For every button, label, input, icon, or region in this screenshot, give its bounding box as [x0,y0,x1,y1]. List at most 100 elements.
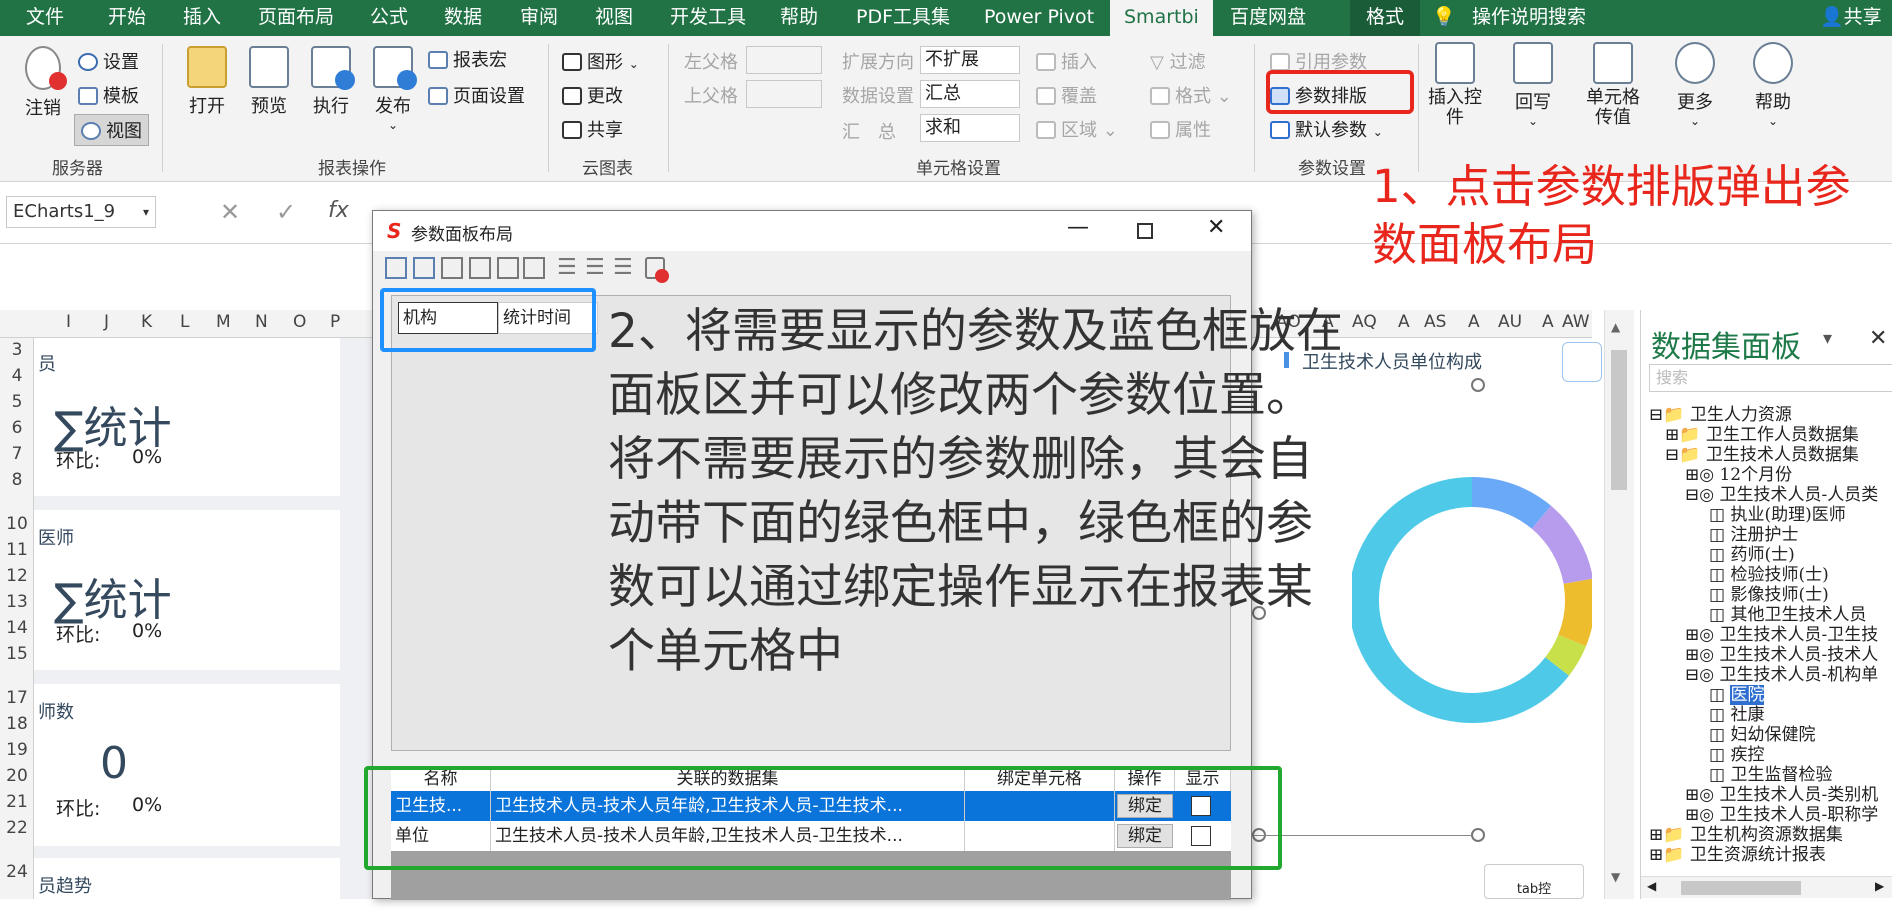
overlay-button[interactable]: 覆盖 [1036,82,1097,108]
cloud-share-button[interactable]: 共享 [562,116,623,142]
chart-button[interactable]: 图形 ⌄ [562,48,639,74]
more-button[interactable]: 更多 ⌄ [1666,42,1724,128]
dataset-search-input[interactable]: 搜索 [1649,364,1892,392]
cell-pass-value-button[interactable]: 单元格传值 [1580,42,1646,128]
align-left-icon[interactable]: ☰ [557,255,577,280]
cancel-icon[interactable]: ✕ [220,198,240,226]
donut-slice[interactable] [1531,505,1592,585]
open-button[interactable]: 打开 [182,46,232,118]
template-button[interactable]: 模板 [78,82,139,108]
donut-slice[interactable] [1558,578,1592,647]
col-header[interactable]: A [1398,312,1410,332]
settings-button[interactable]: 设置 [78,48,139,74]
default-param-button[interactable]: 默认参数 ⌄ [1270,116,1383,142]
insert-button[interactable]: 插入 [1036,48,1097,74]
share-button[interactable]: 👤共享 [1820,0,1882,36]
donut-slice[interactable] [1544,634,1587,676]
align-top-icon[interactable] [523,257,545,279]
scroll-right-icon[interactable]: ▶ [1875,879,1884,893]
row-num[interactable]: 7 [0,444,34,464]
tell-me-search[interactable]: 操作说明搜索 [1472,0,1586,36]
tab-format[interactable]: 格式 [1350,0,1421,36]
row-num[interactable]: 17 [0,688,34,708]
tree-node[interactable]: ⊞📁 卫生资源统计报表 [1649,840,1826,865]
col-header-n[interactable]: N [255,312,268,332]
view-button[interactable]: 视图 [74,114,149,146]
row-num[interactable]: 22 [0,818,34,838]
layout-tree-2-icon[interactable] [469,257,491,279]
scrollbar-thumb[interactable] [1611,350,1627,490]
preview-button[interactable]: 预览 [244,46,294,118]
horizontal-scrollbar[interactable]: ◀ ▶ [1641,876,1892,898]
scroll-left-icon[interactable]: ◀ [1647,879,1656,893]
vertical-scrollbar[interactable]: ▲ ▼ [1604,310,1634,899]
insert-control-button[interactable]: 插入控件 [1424,42,1486,128]
row-num[interactable]: 20 [0,766,34,786]
publish-button[interactable]: 发布 ⌄ [368,46,418,132]
row-num[interactable]: 5 [0,392,34,412]
scroll-up-icon[interactable]: ▲ [1611,320,1620,334]
tab-page-layout[interactable]: 页面布局 [258,0,334,36]
donut-slice[interactable] [1471,477,1552,530]
left-parent-select[interactable] [746,46,822,74]
help-button[interactable]: 帮助 ⌄ [1744,42,1802,128]
delete-icon[interactable] [645,257,669,283]
col-header-m[interactable]: M [216,312,231,332]
align-center-icon[interactable]: ☰ [585,255,605,280]
tab-help[interactable]: 帮助 [780,0,818,36]
col-header-k[interactable]: K [141,312,152,332]
row-num[interactable]: 12 [0,566,34,586]
chevron-down-icon[interactable]: ▾ [1823,328,1832,349]
tab-insert[interactable]: 插入 [183,0,221,36]
execute-button[interactable]: 执行 [306,46,356,118]
tab-control[interactable]: tab控 [1484,864,1584,899]
logout-button[interactable]: 注销 [18,46,68,120]
top-parent-select[interactable] [746,80,822,108]
tab-pdf-tools[interactable]: PDF工具集 [856,0,950,36]
data-setting-select[interactable]: 汇总 [920,80,1020,108]
row-num[interactable]: 14 [0,618,34,638]
tab-file[interactable]: 文件 [26,0,64,36]
col-header-j[interactable]: J [104,312,109,332]
row-num[interactable]: 19 [0,740,34,760]
row-num[interactable]: 10 [0,514,34,534]
row-num[interactable]: 11 [0,540,34,560]
resize-handle[interactable] [1471,828,1485,842]
maximize-icon[interactable] [1137,223,1153,239]
tab-formulas[interactable]: 公式 [370,0,408,36]
row-num[interactable]: 15 [0,644,34,664]
tab-review[interactable]: 审阅 [520,0,558,36]
row-num[interactable]: 18 [0,714,34,734]
tab-view[interactable]: 视图 [595,0,633,36]
row-num[interactable]: 6 [0,418,34,438]
filter-button[interactable]: ▽ 过滤 [1150,48,1206,74]
align-right-icon[interactable]: ☰ [613,255,633,280]
tab-data[interactable]: 数据 [444,0,482,36]
resize-handle[interactable] [1471,378,1485,392]
close-icon[interactable]: ✕ [1869,326,1887,351]
col-header-o[interactable]: O [293,312,306,332]
row-num[interactable]: 21 [0,792,34,812]
tab-developer[interactable]: 开发工具 [670,0,746,36]
row-num[interactable]: 8 [0,470,34,490]
col-header[interactable]: AW [1562,312,1590,332]
row-num[interactable]: 13 [0,592,34,612]
chart-toolbox[interactable] [1562,342,1602,382]
col-header-i[interactable]: I [66,312,71,332]
expand-direction-select[interactable]: 不扩展 [920,46,1020,74]
minimize-icon[interactable]: — [1067,215,1089,240]
insert-function-icon[interactable]: fx [328,198,349,223]
row-num[interactable]: 24 [0,862,34,882]
tab-smartbi[interactable]: Smartbi [1110,0,1213,36]
region-button[interactable]: 区域 ⌄ [1036,116,1118,142]
col-header[interactable]: AS [1424,312,1446,332]
tab-home[interactable]: 开始 [108,0,146,36]
scrollbar-thumb[interactable] [1681,881,1801,895]
name-box[interactable]: ECharts1_9 ▾ [6,196,156,228]
tab-baidu-netdisk[interactable]: 百度网盘 [1230,0,1306,36]
col-header-p[interactable]: P [330,312,340,332]
col-header[interactable]: AQ [1352,312,1377,332]
aggregate-select[interactable]: 求和 [920,114,1020,142]
layout-grid-icon[interactable] [385,257,407,279]
page-setup-button[interactable]: 页面设置 [428,82,525,108]
